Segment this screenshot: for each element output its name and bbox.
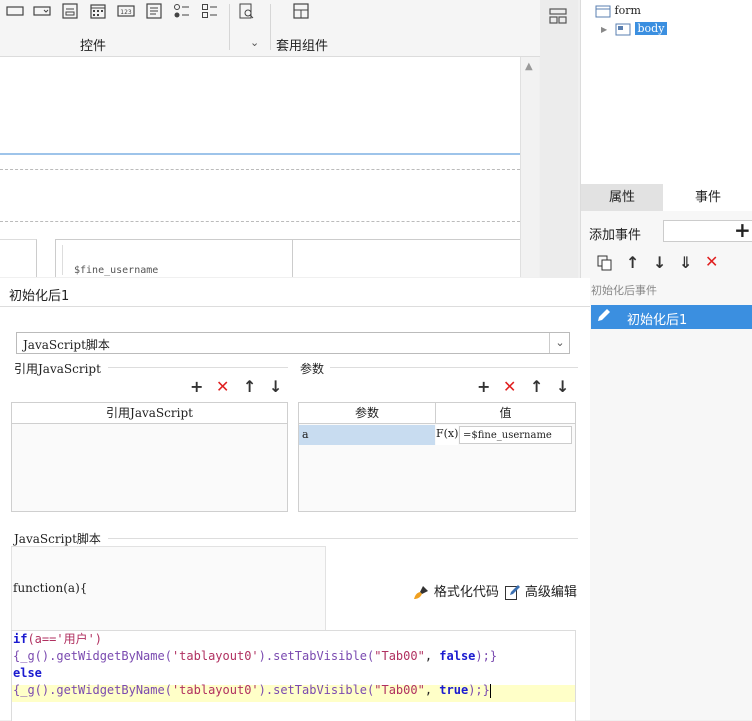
param-value-input[interactable]: =$fine_username (459, 426, 572, 444)
event-editor-dialog: 初始化后1 JavaScript脚本 ⌄ 引用JavaScript + ✕ ↑ … (0, 278, 590, 721)
toolbar-separator (229, 4, 230, 50)
ref-js-up-icon[interactable]: ↑ (243, 379, 256, 395)
combo-widget-icon[interactable] (33, 3, 51, 19)
widget-tree-panel: form ▶ body (580, 0, 752, 184)
canvas-selection-line (0, 153, 520, 155)
move-down-icon[interactable]: ↓ (653, 255, 666, 271)
textarea-widget-icon[interactable] (145, 3, 163, 19)
checkbox-group-widget-icon[interactable] (201, 3, 219, 19)
code-line-4: {_g().getWidgetByName('tablayout0').setT… (13, 683, 491, 698)
dialog-title: 初始化后1 (9, 289, 70, 304)
code-line-1: if(a=='用户') (13, 632, 103, 646)
tree-node-form[interactable]: form (595, 4, 641, 20)
ref-js-down-icon[interactable]: ↓ (269, 379, 282, 395)
canvas-username-cell[interactable]: $fine_username (55, 239, 293, 277)
event-list-item[interactable]: 初始化后1 (591, 305, 752, 329)
body-node-icon (615, 23, 631, 35)
controls-group-label: 控件 (80, 39, 107, 54)
params-header-value: 值 (436, 403, 575, 424)
number-widget-icon[interactable]: 123 (117, 3, 135, 19)
formula-icon[interactable]: F(x) (436, 425, 458, 445)
param-add-icon[interactable]: + (477, 379, 490, 395)
form-node-icon (595, 5, 611, 17)
calendar-widget-icon[interactable] (89, 3, 107, 19)
script-type-select[interactable]: JavaScript脚本 ⌄ (16, 332, 570, 354)
side-panel: 属性 事件 添加事件 + ↑ ↓ ⇓ ✕ 初始化后事件 初始化后1 (580, 184, 752, 720)
toolbar-separator (270, 4, 271, 50)
tab-properties[interactable]: 属性 (581, 184, 663, 211)
section-divider (108, 538, 578, 539)
delete-event-icon[interactable]: ✕ (705, 254, 718, 270)
advanced-edit-label: 高级编辑 (524, 585, 577, 600)
widget-toolbar: 123 控件 ⌄ 套用组件 (0, 0, 540, 57)
scroll-up-icon[interactable]: ▲ (525, 61, 533, 72)
tree-node-body-label: body (634, 22, 668, 35)
ref-js-label: 引用JavaScript (14, 362, 101, 376)
param-down-icon[interactable]: ↓ (556, 379, 569, 395)
table-row[interactable]: a F(x) =$fine_username (299, 425, 575, 445)
param-delete-icon[interactable]: ✕ (503, 379, 516, 395)
copy-icon[interactable] (597, 255, 613, 274)
layout-component-icon[interactable] (292, 3, 310, 19)
params-label: 参数 (300, 362, 325, 376)
radio-group-widget-icon[interactable] (173, 3, 191, 19)
format-code-button[interactable]: 格式化代码 (413, 581, 499, 601)
components-group-label: 套用组件 (276, 39, 329, 54)
controls-expand-chevron-icon[interactable]: ⌄ (250, 36, 259, 49)
widget-tree-icon[interactable] (549, 8, 567, 24)
section-divider (330, 367, 578, 368)
move-bottom-icon[interactable]: ⇓ (679, 255, 692, 271)
search-widget-icon[interactable] (238, 3, 256, 19)
tree-node-form-label: form (614, 4, 641, 17)
edit-doc-icon (505, 585, 520, 600)
code-line-3: else (13, 666, 42, 680)
tab-events[interactable]: 事件 (663, 184, 752, 211)
code-line-2: {_g().getWidgetByName('tablayout0').setT… (13, 649, 498, 663)
function-signature-box: function(a){ (11, 546, 326, 632)
svg-text:123: 123 (120, 9, 132, 16)
format-code-label: 格式化代码 (433, 585, 499, 600)
move-up-icon[interactable]: ↑ (626, 255, 639, 271)
advanced-edit-button[interactable]: 高级编辑 (504, 581, 577, 601)
canvas-scrollbar[interactable]: ▲ (520, 57, 539, 277)
section-divider (108, 367, 288, 368)
ref-js-add-icon[interactable]: + (190, 379, 203, 395)
event-group-label: 初始化后事件 (591, 284, 657, 297)
param-up-icon[interactable]: ↑ (530, 379, 543, 395)
canvas-guide-line (0, 169, 520, 170)
tree-node-body[interactable]: body (615, 22, 668, 38)
form-canvas[interactable]: $fine_username (0, 57, 520, 277)
function-signature: function(a){ (13, 581, 88, 595)
canvas-cell[interactable] (0, 239, 37, 277)
canvas-cell[interactable] (291, 239, 520, 277)
ref-js-column-header: 引用JavaScript (12, 403, 287, 424)
event-toolbar: ↑ ↓ ⇓ ✕ (591, 253, 752, 275)
params-header-name: 参数 (299, 403, 436, 424)
event-item-label: 初始化后1 (627, 313, 688, 328)
tree-expand-arrow-icon[interactable]: ▶ (601, 25, 607, 34)
params-table[interactable]: 参数 值 a F(x) =$fine_username (298, 402, 576, 512)
script-label: JavaScript脚本 (14, 532, 101, 546)
form-widget-icon[interactable] (61, 3, 79, 19)
panel-gutter (540, 0, 578, 280)
param-name-cell[interactable]: a (299, 425, 435, 445)
ref-js-delete-icon[interactable]: ✕ (216, 379, 229, 395)
add-event-select[interactable]: + (663, 218, 752, 242)
text-input-widget-icon[interactable] (6, 3, 24, 19)
brush-icon (414, 586, 428, 599)
dialog-header: 初始化后1 (0, 278, 590, 307)
ref-js-table[interactable]: 引用JavaScript (11, 402, 288, 512)
add-event-plus-icon[interactable]: + (734, 218, 751, 242)
add-event-label: 添加事件 (589, 228, 642, 243)
edit-pencil-icon[interactable] (595, 307, 615, 327)
text-cursor (489, 683, 491, 698)
dropdown-chevron-icon[interactable]: ⌄ (549, 333, 570, 353)
script-type-value: JavaScript脚本 (23, 338, 110, 352)
canvas-guide-line (0, 221, 520, 222)
canvas-field-text: $fine_username (74, 265, 159, 276)
